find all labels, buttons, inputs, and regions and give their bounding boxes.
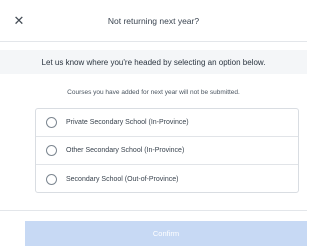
option-other-secondary-in-province[interactable]: Other Secondary School (In-Province): [36, 137, 298, 165]
prompt-banner: Let us know where you're headed by selec…: [0, 50, 307, 74]
dialog-header: ✕ Not returning next year?: [0, 0, 307, 42]
confirm-button[interactable]: Confirm: [25, 221, 307, 246]
dialog-title: Not returning next year?: [107, 15, 200, 26]
close-icon: ✕: [13, 12, 25, 28]
footer-divider: [0, 210, 307, 211]
option-label: Other Secondary School (In-Province): [66, 147, 185, 154]
destination-options: Private Secondary School (In-Province) O…: [35, 108, 299, 193]
option-label: Private Secondary School (In-Province): [66, 119, 189, 126]
radio-button[interactable]: [46, 117, 57, 128]
submission-note: Courses you have added for next year wil…: [67, 89, 240, 96]
option-private-secondary-in-province[interactable]: Private Secondary School (In-Province): [36, 109, 298, 137]
prompt-text: Let us know where you're headed by selec…: [41, 57, 266, 67]
radio-button[interactable]: [46, 173, 57, 185]
option-secondary-out-of-province[interactable]: Secondary School (Out-of-Province): [36, 165, 298, 193]
confirm-label: Confirm: [152, 229, 180, 238]
radio-button[interactable]: [46, 145, 57, 156]
close-button[interactable]: ✕: [9, 0, 29, 41]
option-label: Secondary School (Out-of-Province): [66, 175, 179, 183]
